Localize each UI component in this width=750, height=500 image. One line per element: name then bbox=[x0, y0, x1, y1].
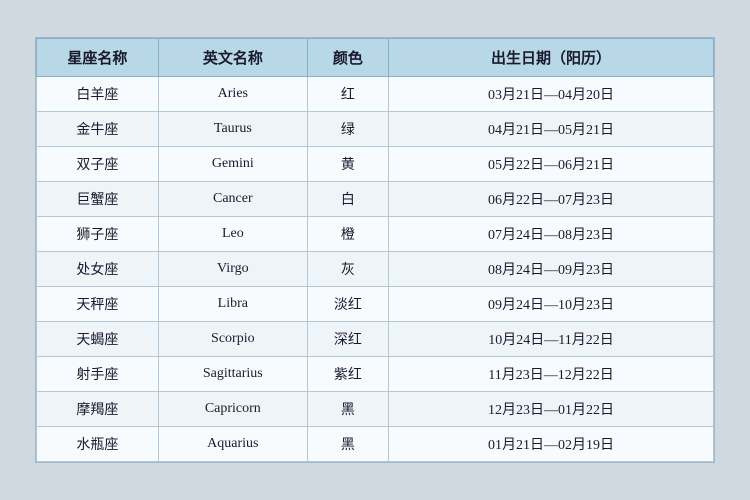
cell-english: Cancer bbox=[158, 182, 307, 217]
cell-english: Leo bbox=[158, 217, 307, 252]
cell-english: Capricorn bbox=[158, 392, 307, 427]
cell-chinese: 天蝎座 bbox=[37, 322, 159, 357]
cell-color: 绿 bbox=[307, 112, 388, 147]
cell-date: 03月21日—04月20日 bbox=[389, 77, 714, 112]
cell-color: 黑 bbox=[307, 427, 388, 462]
header-chinese: 星座名称 bbox=[37, 39, 159, 77]
cell-color: 红 bbox=[307, 77, 388, 112]
table-row: 天蝎座Scorpio深红10月24日—11月22日 bbox=[37, 322, 714, 357]
cell-color: 淡红 bbox=[307, 287, 388, 322]
cell-date: 04月21日—05月21日 bbox=[389, 112, 714, 147]
table-row: 金牛座Taurus绿04月21日—05月21日 bbox=[37, 112, 714, 147]
cell-date: 12月23日—01月22日 bbox=[389, 392, 714, 427]
cell-english: Libra bbox=[158, 287, 307, 322]
table-row: 射手座Sagittarius紫红11月23日—12月22日 bbox=[37, 357, 714, 392]
cell-english: Aquarius bbox=[158, 427, 307, 462]
cell-chinese: 狮子座 bbox=[37, 217, 159, 252]
cell-english: Sagittarius bbox=[158, 357, 307, 392]
table-row: 摩羯座Capricorn黑12月23日—01月22日 bbox=[37, 392, 714, 427]
cell-chinese: 射手座 bbox=[37, 357, 159, 392]
cell-date: 06月22日—07月23日 bbox=[389, 182, 714, 217]
table-row: 巨蟹座Cancer白06月22日—07月23日 bbox=[37, 182, 714, 217]
cell-color: 白 bbox=[307, 182, 388, 217]
cell-color: 黄 bbox=[307, 147, 388, 182]
cell-date: 11月23日—12月22日 bbox=[389, 357, 714, 392]
cell-chinese: 金牛座 bbox=[37, 112, 159, 147]
cell-english: Gemini bbox=[158, 147, 307, 182]
cell-english: Scorpio bbox=[158, 322, 307, 357]
cell-chinese: 巨蟹座 bbox=[37, 182, 159, 217]
zodiac-table-container: 星座名称 英文名称 颜色 出生日期（阳历） 白羊座Aries红03月21日—04… bbox=[35, 37, 715, 463]
table-row: 白羊座Aries红03月21日—04月20日 bbox=[37, 77, 714, 112]
table-row: 双子座Gemini黄05月22日—06月21日 bbox=[37, 147, 714, 182]
cell-chinese: 双子座 bbox=[37, 147, 159, 182]
cell-chinese: 水瓶座 bbox=[37, 427, 159, 462]
cell-english: Virgo bbox=[158, 252, 307, 287]
cell-chinese: 白羊座 bbox=[37, 77, 159, 112]
table-row: 水瓶座Aquarius黑01月21日—02月19日 bbox=[37, 427, 714, 462]
cell-english: Aries bbox=[158, 77, 307, 112]
cell-date: 10月24日—11月22日 bbox=[389, 322, 714, 357]
header-date: 出生日期（阳历） bbox=[389, 39, 714, 77]
cell-chinese: 摩羯座 bbox=[37, 392, 159, 427]
cell-date: 09月24日—10月23日 bbox=[389, 287, 714, 322]
table-row: 天秤座Libra淡红09月24日—10月23日 bbox=[37, 287, 714, 322]
cell-date: 01月21日—02月19日 bbox=[389, 427, 714, 462]
table-row: 处女座Virgo灰08月24日—09月23日 bbox=[37, 252, 714, 287]
header-english: 英文名称 bbox=[158, 39, 307, 77]
cell-chinese: 处女座 bbox=[37, 252, 159, 287]
table-row: 狮子座Leo橙07月24日—08月23日 bbox=[37, 217, 714, 252]
zodiac-table: 星座名称 英文名称 颜色 出生日期（阳历） 白羊座Aries红03月21日—04… bbox=[36, 38, 714, 462]
cell-chinese: 天秤座 bbox=[37, 287, 159, 322]
header-color: 颜色 bbox=[307, 39, 388, 77]
cell-color: 深红 bbox=[307, 322, 388, 357]
cell-color: 黑 bbox=[307, 392, 388, 427]
cell-color: 灰 bbox=[307, 252, 388, 287]
cell-color: 橙 bbox=[307, 217, 388, 252]
cell-date: 07月24日—08月23日 bbox=[389, 217, 714, 252]
cell-english: Taurus bbox=[158, 112, 307, 147]
cell-date: 05月22日—06月21日 bbox=[389, 147, 714, 182]
table-header-row: 星座名称 英文名称 颜色 出生日期（阳历） bbox=[37, 39, 714, 77]
cell-color: 紫红 bbox=[307, 357, 388, 392]
cell-date: 08月24日—09月23日 bbox=[389, 252, 714, 287]
